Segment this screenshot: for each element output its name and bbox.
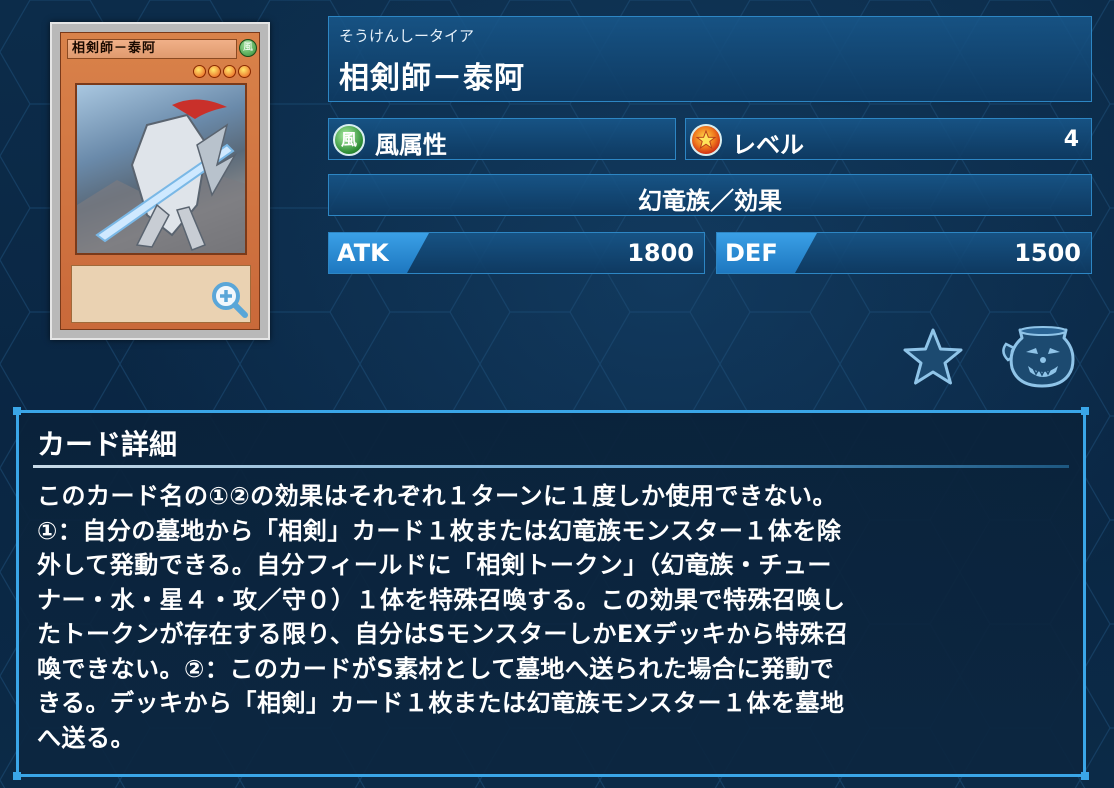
level-star-icon	[690, 124, 722, 156]
corner-decoration	[13, 407, 21, 415]
level-star-icon	[193, 65, 206, 78]
corner-decoration	[1081, 772, 1089, 780]
card-image-frame[interactable]: 相剣師－泰阿 風	[50, 22, 270, 340]
corner-decoration	[13, 772, 21, 780]
level-star-icon	[238, 65, 251, 78]
type-panel: 幻竜族／効果	[328, 174, 1092, 216]
def-label: DEF	[725, 239, 778, 267]
card-artwork	[75, 83, 247, 255]
level-label: レベル	[732, 131, 804, 159]
atk-panel: ATK 1800	[328, 232, 705, 274]
card-detail-box: カード詳細 このカード名の①②の効果はそれぞれ１ターンに１度しか使用できない。 …	[13, 407, 1089, 780]
card-image-name: 相剣師－泰阿	[67, 39, 237, 59]
level-star-icon	[223, 65, 236, 78]
def-value: 1500	[1014, 239, 1081, 267]
card-effect-text: このカード名の①②の効果はそれぞれ１ターンに１度しか使用できない。 ①：自分の墓…	[37, 482, 849, 752]
corner-decoration	[1081, 407, 1089, 415]
card-image-level-stars	[191, 63, 251, 82]
level-value: 4	[1063, 127, 1079, 152]
card-image: 相剣師－泰阿 風	[60, 32, 260, 330]
pot-of-greed-icon	[1002, 326, 1075, 388]
level-panel: レベル 4	[685, 118, 1092, 160]
card-name-reading: そうけんしータイア	[339, 27, 475, 45]
favorite-button[interactable]	[900, 326, 966, 388]
atk-value: 1800	[627, 239, 694, 267]
card-image-attribute-icon: 風	[239, 39, 257, 57]
star-icon	[903, 328, 963, 385]
magnifier-plus-icon[interactable]	[209, 279, 249, 319]
detail-title: カード詳細	[37, 428, 178, 461]
attribute-panel: 風 風属性	[328, 118, 676, 160]
level-star-icon	[208, 65, 221, 78]
card-type-line: 幻竜族／効果	[638, 187, 782, 215]
def-panel: DEF 1500	[716, 232, 1092, 274]
wind-attribute-icon: 風	[333, 124, 365, 156]
atk-label: ATK	[337, 239, 389, 267]
attribute-label: 風属性	[375, 131, 447, 159]
pot-button[interactable]	[1000, 322, 1082, 390]
detail-divider	[33, 465, 1069, 468]
card-name: 相剣師－泰阿	[339, 61, 525, 96]
card-name-panel: そうけんしータイア 相剣師－泰阿	[328, 16, 1092, 102]
